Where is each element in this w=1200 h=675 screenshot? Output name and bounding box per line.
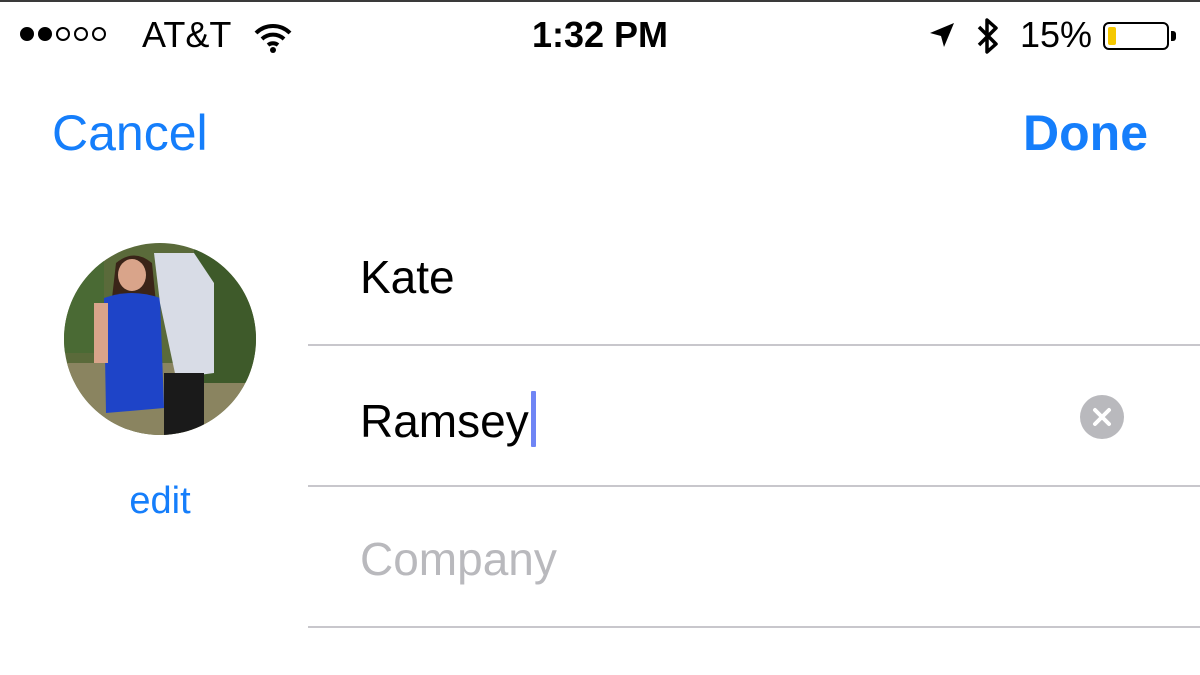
done-button[interactable]: Done bbox=[1023, 104, 1148, 162]
company-field[interactable]: Company bbox=[308, 488, 1200, 628]
contact-photo[interactable] bbox=[64, 243, 256, 435]
field-separator bbox=[308, 626, 1200, 628]
text-cursor bbox=[530, 391, 536, 447]
edit-photo-link[interactable]: edit bbox=[100, 480, 220, 523]
contact-photo-image bbox=[64, 243, 256, 435]
last-name-input[interactable]: Ramsey bbox=[360, 391, 536, 448]
battery-terminal bbox=[1171, 31, 1176, 41]
cancel-button[interactable]: Cancel bbox=[52, 104, 208, 162]
location-arrow-icon bbox=[928, 21, 956, 54]
last-name-field[interactable]: Ramsey bbox=[308, 347, 1200, 487]
clear-icon bbox=[1093, 408, 1111, 426]
first-name-value[interactable]: Kate bbox=[360, 250, 455, 304]
battery-icon bbox=[1103, 22, 1169, 50]
bluetooth-icon bbox=[974, 16, 1002, 61]
field-separator bbox=[308, 485, 1200, 487]
company-placeholder[interactable]: Company bbox=[360, 532, 557, 586]
battery-level-fill bbox=[1108, 27, 1117, 45]
clear-text-button[interactable] bbox=[1080, 395, 1124, 439]
status-bar: AT&T 1:32 PM 15% bbox=[0, 2, 1200, 66]
battery-percentage: 15% bbox=[1020, 14, 1093, 55]
first-name-field[interactable]: Kate bbox=[308, 206, 1200, 346]
field-separator bbox=[308, 344, 1200, 346]
last-name-value: Ramsey bbox=[360, 395, 529, 447]
